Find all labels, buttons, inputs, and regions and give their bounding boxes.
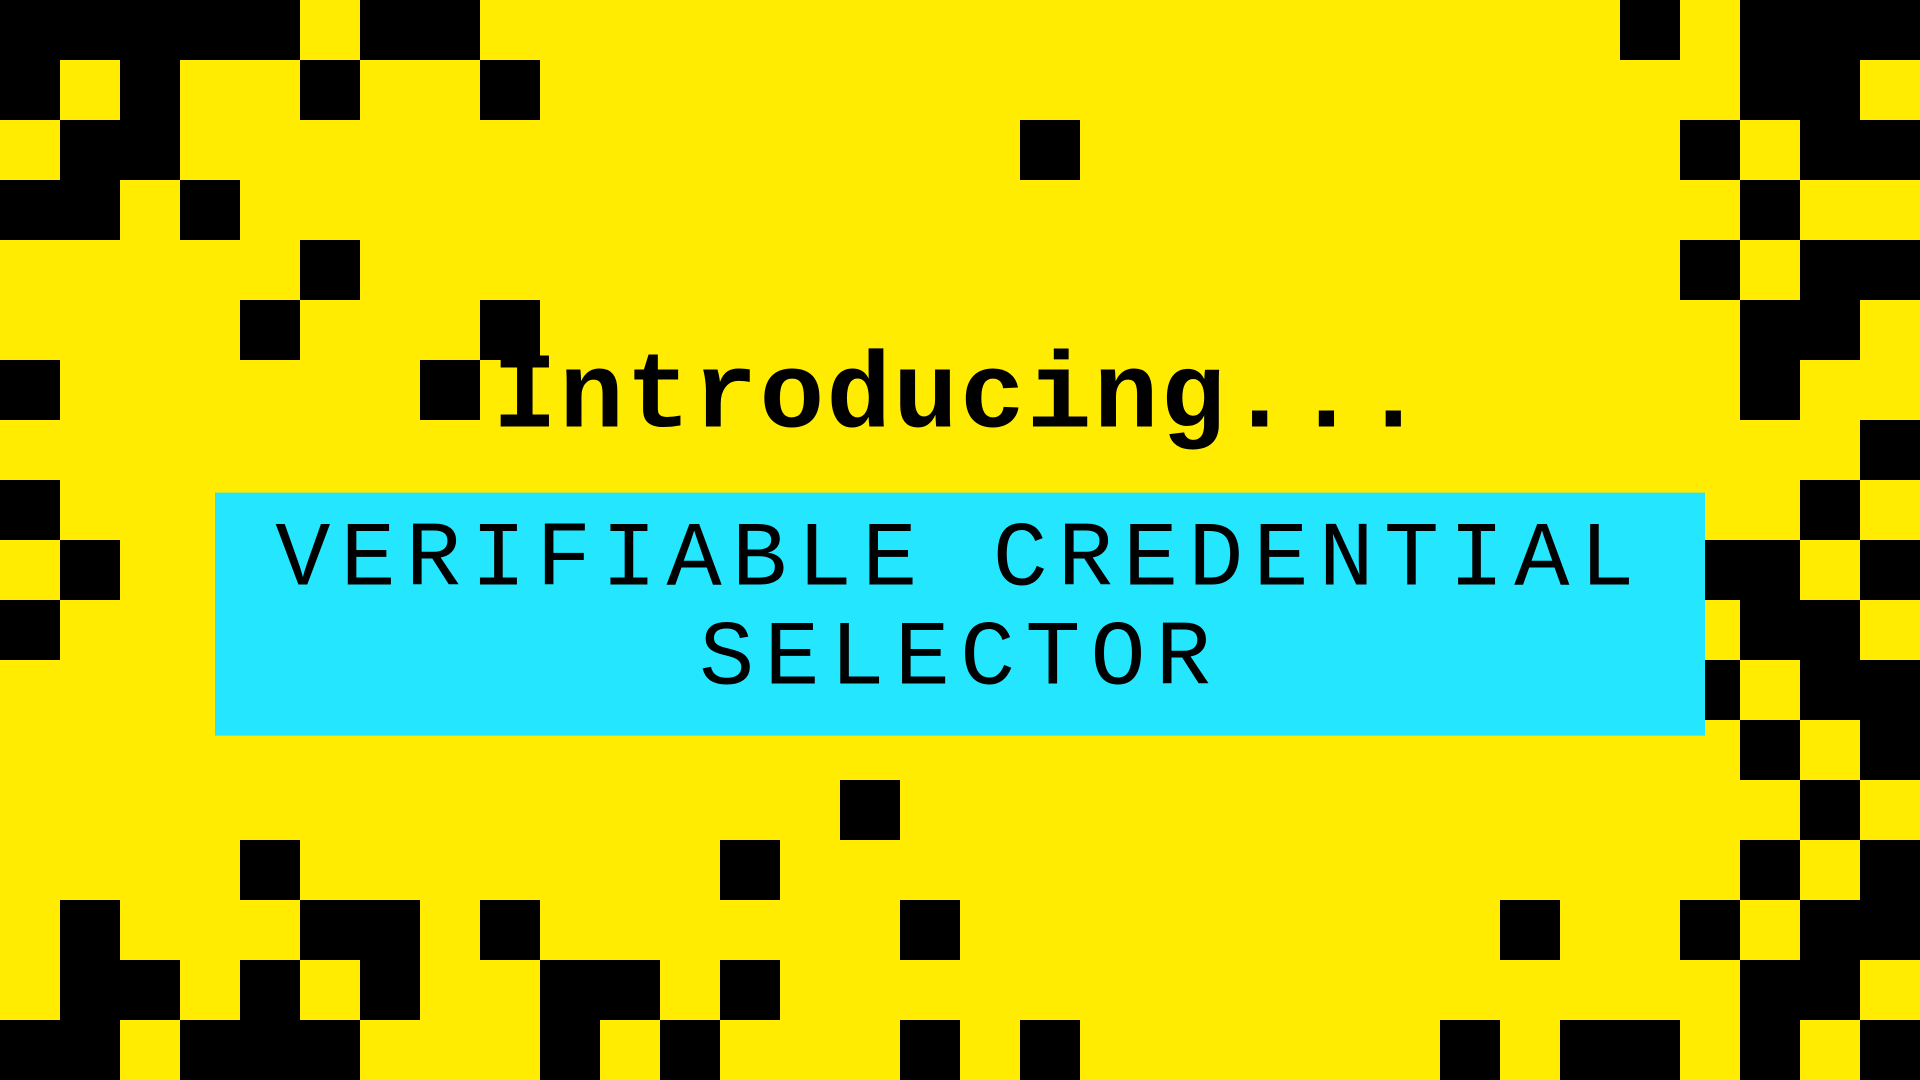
title-line-2: SELECTOR [275, 610, 1644, 709]
title-line-1: VERIFIABLE CREDENTIAL [275, 511, 1644, 610]
hero-content: Introducing... VERIFIABLE CREDENTIAL SEL… [0, 345, 1920, 736]
intro-heading: Introducing... [0, 345, 1920, 453]
title-highlight-box: VERIFIABLE CREDENTIAL SELECTOR [215, 493, 1704, 736]
